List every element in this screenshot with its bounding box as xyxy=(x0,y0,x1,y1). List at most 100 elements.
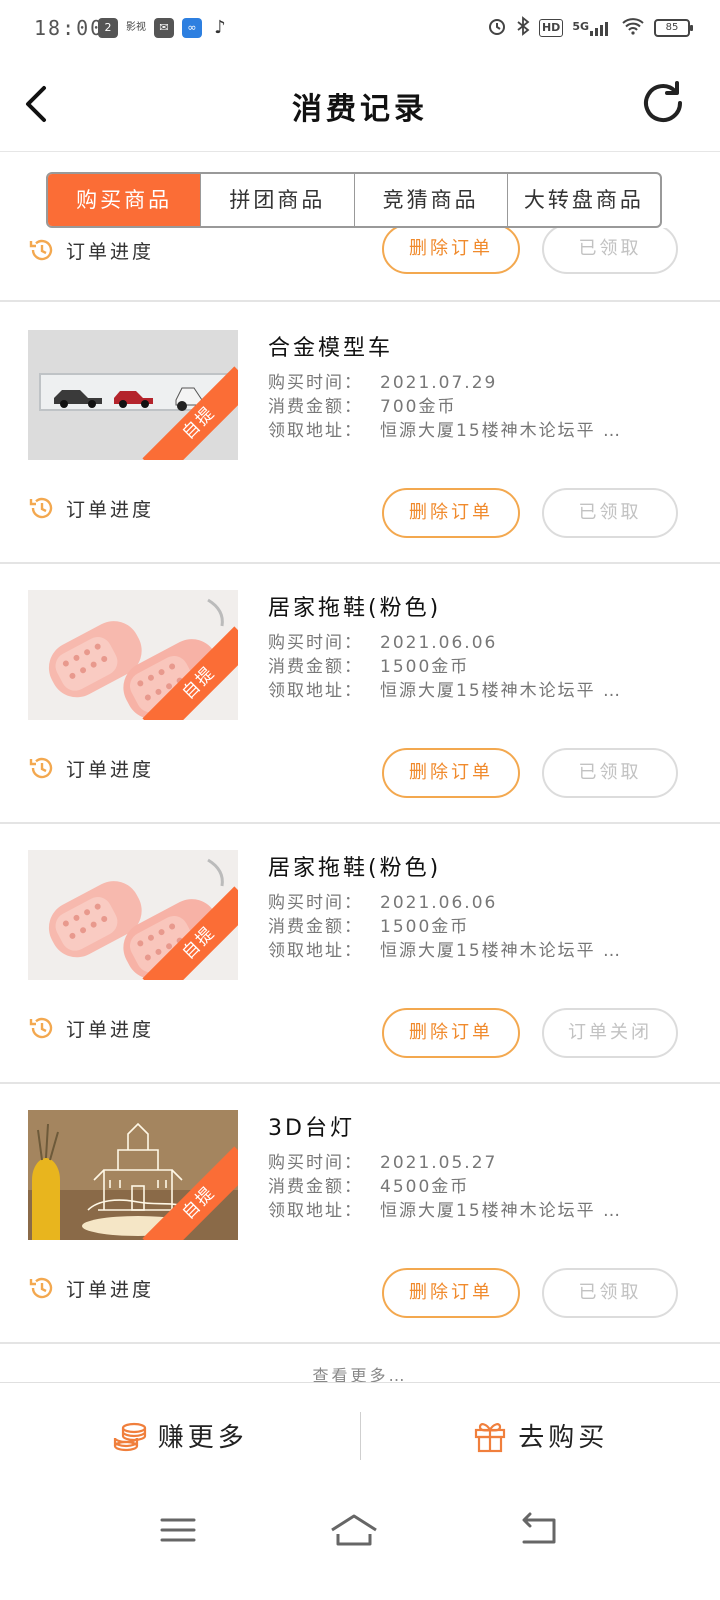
tab-purchased-goods[interactable]: 购买商品 xyxy=(48,174,201,226)
purchase-time-label: 购买时间： xyxy=(268,633,363,653)
delete-order-button[interactable]: 删除订单 xyxy=(382,1008,520,1058)
purchase-time: 购买时间： 2021.07.29 xyxy=(268,368,497,393)
earn-more-button[interactable]: 赚更多 xyxy=(0,1417,360,1454)
product-name: 3D台灯 xyxy=(268,1116,355,1141)
amount-value: 1500金币 xyxy=(380,917,470,937)
order-progress-label: 订单进度 xyxy=(66,758,155,781)
tab-group-buy-goods[interactable]: 拼团商品 xyxy=(200,174,353,226)
order-list[interactable]: 订单进度 删除订单 已领取 自提 合金模型车 购买时间： 2021.07.29 消… xyxy=(0,228,720,1380)
status-time: 18:00 xyxy=(34,16,105,40)
amount-value: 1500金币 xyxy=(380,657,470,677)
product-image: 自提 xyxy=(28,590,238,720)
delete-order-button[interactable]: 删除订单 xyxy=(382,748,520,798)
order-status-button[interactable]: 已领取 xyxy=(542,748,678,798)
purchase-time-label: 购买时间： xyxy=(268,373,363,393)
product-name: 居家拖鞋(粉色) xyxy=(268,596,442,621)
clock-history-icon xyxy=(29,1277,53,1299)
order-progress-link[interactable]: 订单进度 xyxy=(28,1274,154,1302)
go-buy-label: 去购买 xyxy=(518,1423,609,1453)
order-progress-label: 订单进度 xyxy=(66,498,155,521)
alarm-icon xyxy=(487,16,507,40)
order-progress-link[interactable]: 订单进度 xyxy=(28,754,154,782)
pickup-address: 领取地址： 恒源大厦15楼神木论坛平 … xyxy=(268,936,622,961)
coins-stack-icon xyxy=(113,1422,146,1451)
wifi-icon xyxy=(621,17,645,39)
order-status-button[interactable]: 已领取 xyxy=(542,1268,678,1318)
clock-history-icon xyxy=(29,239,53,261)
bluetooth-icon xyxy=(516,16,530,40)
order-card[interactable]: 自提 合金模型车 购买时间： 2021.07.29 消费金额： 700金币 领取地址… xyxy=(0,304,720,564)
menu-icon xyxy=(160,1518,196,1542)
purchase-time-value: 2021.05.27 xyxy=(380,1153,498,1173)
go-buy-button[interactable]: 去购买 xyxy=(361,1417,720,1454)
address-value: 恒源大厦15楼神木论坛平 … xyxy=(380,1201,623,1221)
product-name: 居家拖鞋(粉色) xyxy=(268,856,442,881)
home-icon xyxy=(331,1514,377,1546)
order-card-partial: 订单进度 删除订单 已领取 xyxy=(0,228,720,302)
page-title: 消费记录 xyxy=(292,92,428,127)
address-value: 恒源大厦15楼神木论坛平 … xyxy=(380,941,623,961)
delete-order-button[interactable]: 删除订单 xyxy=(382,488,520,538)
tab-guessing-goods[interactable]: 竞猜商品 xyxy=(353,174,507,226)
signal-icon: 5G xyxy=(572,20,612,36)
order-card[interactable]: 自提 居家拖鞋(粉色) 购买时间： 2021.06.06 消费金额： 1500金币 … xyxy=(0,824,720,1084)
purchase-time: 购买时间： 2021.05.27 xyxy=(268,1148,497,1173)
purchase-time-value: 2021.06.06 xyxy=(380,893,498,913)
amount-label: 消费金额： xyxy=(268,917,363,937)
app-header: 消费记录 xyxy=(0,56,720,152)
status-app-icons: 2 影视 ✉ ∞ ♪ xyxy=(98,18,230,38)
order-status-button[interactable]: 已领取 xyxy=(542,228,678,274)
nav-back-button[interactable] xyxy=(508,1508,568,1552)
product-image: 自提 xyxy=(28,1110,238,1240)
gift-icon xyxy=(475,1422,506,1452)
system-nav-bar xyxy=(0,1488,720,1600)
purchase-time: 购买时间： 2021.06.06 xyxy=(268,888,497,913)
order-progress-link[interactable]: 订单进度 xyxy=(28,494,154,522)
clock-history-icon xyxy=(29,497,53,519)
tab-lucky-wheel-goods[interactable]: 大转盘商品 xyxy=(506,174,660,226)
clock-history-icon xyxy=(29,1017,53,1039)
order-progress-link[interactable]: 订单进度 xyxy=(28,236,154,264)
hd-badge: HD xyxy=(538,19,564,37)
consume-amount: 消费金额： 700金币 xyxy=(268,392,456,417)
battery-icon: 85 xyxy=(654,19,693,37)
amount-label: 消费金额： xyxy=(268,1177,363,1197)
delete-order-button[interactable]: 删除订单 xyxy=(382,1268,520,1318)
address-value: 恒源大厦15楼神木论坛平 … xyxy=(380,681,623,701)
consume-amount: 消费金额： 4500金币 xyxy=(268,1172,469,1197)
amount-label: 消费金额： xyxy=(268,657,363,677)
video-app-icon: 影视 xyxy=(126,22,146,33)
status-indicators: HD 5G 85 xyxy=(487,16,693,40)
pickup-address: 领取地址： 恒源大厦15楼神木论坛平 … xyxy=(268,676,622,701)
nav-menu-button[interactable] xyxy=(148,1508,208,1552)
order-progress-label: 订单进度 xyxy=(66,240,155,263)
amount-label: 消费金额： xyxy=(268,397,363,417)
order-status-button[interactable]: 订单关闭 xyxy=(542,1008,678,1058)
category-tabs: 购买商品 拼团商品 竞猜商品 大转盘商品 xyxy=(46,172,662,228)
status-bar: 18:00 2 影视 ✉ ∞ ♪ HD 5G 85 xyxy=(0,0,720,56)
nav-home-button[interactable] xyxy=(324,1508,384,1552)
address-value: 恒源大厦15楼神木论坛平 … xyxy=(380,421,623,441)
order-progress-label: 订单进度 xyxy=(66,1018,155,1041)
consume-amount: 消费金额： 1500金币 xyxy=(268,912,469,937)
pickup-address: 领取地址： 恒源大厦15楼神木论坛平 … xyxy=(268,416,622,441)
order-progress-link[interactable]: 订单进度 xyxy=(28,1014,154,1042)
baidu-app-icon: ∞ xyxy=(182,18,202,38)
purchase-time-value: 2021.06.06 xyxy=(380,633,498,653)
mail-icon: ✉ xyxy=(154,18,174,38)
delete-order-button[interactable]: 删除订单 xyxy=(382,228,520,274)
bottom-action-bar: 赚更多 去购买 xyxy=(0,1382,720,1488)
address-label: 领取地址： xyxy=(268,421,363,441)
back-arrow-icon xyxy=(522,1512,556,1544)
purchase-time-value: 2021.07.29 xyxy=(380,373,498,393)
address-label: 领取地址： xyxy=(268,1201,363,1221)
notification-app-icon: 2 xyxy=(98,18,118,38)
order-card[interactable]: 自提 居家拖鞋(粉色) 购买时间： 2021.06.06 消费金额： 1500金币 … xyxy=(0,564,720,824)
refresh-button[interactable] xyxy=(638,78,688,128)
purchase-time: 购买时间： 2021.06.06 xyxy=(268,628,497,653)
address-label: 领取地址： xyxy=(268,681,363,701)
order-progress-label: 订单进度 xyxy=(66,1278,155,1301)
order-card[interactable]: 自提 3D台灯 购买时间： 2021.05.27 消费金额： 4500金币 领取地址… xyxy=(0,1084,720,1344)
order-status-button[interactable]: 已领取 xyxy=(542,488,678,538)
clock-history-icon xyxy=(29,757,53,779)
